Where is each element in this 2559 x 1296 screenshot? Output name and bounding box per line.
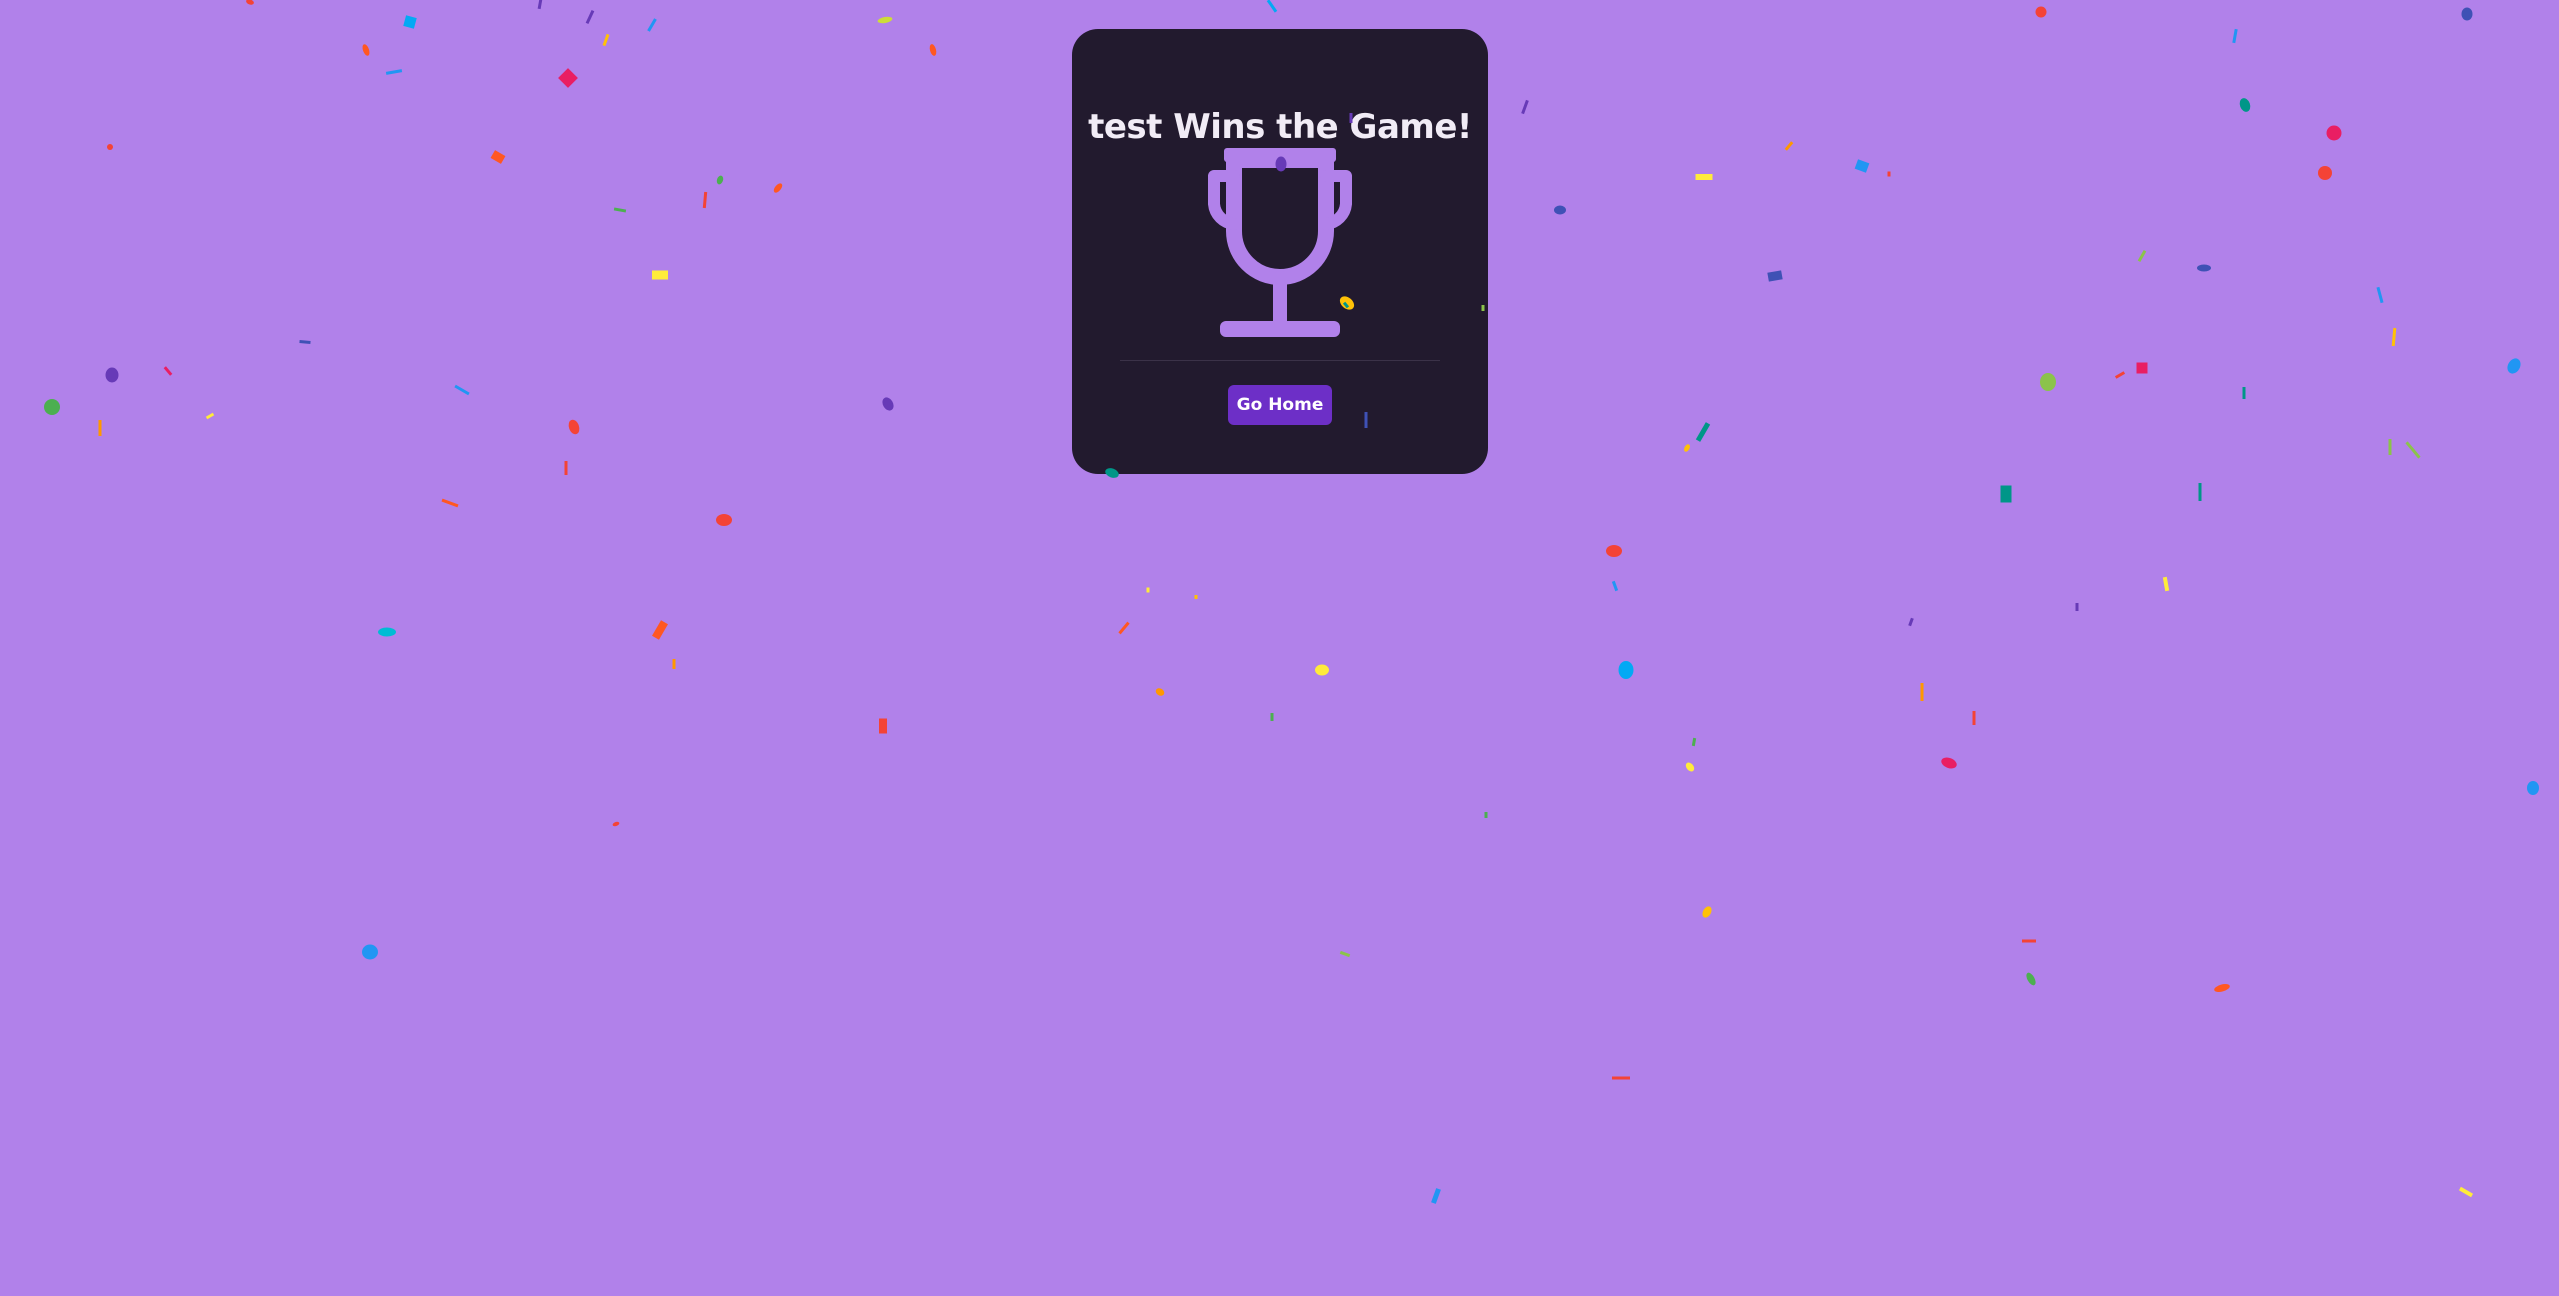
confetti-piece: [2405, 441, 2421, 459]
confetti-piece: [2162, 576, 2170, 592]
confetti-piece: [1618, 661, 1634, 679]
confetti-piece: [613, 207, 627, 213]
confetti-piece: [2114, 371, 2126, 379]
confetti-piece: [1908, 617, 1914, 627]
confetti-piece: [403, 15, 417, 29]
confetti-piece: [107, 144, 113, 150]
confetti-piece: [2232, 28, 2238, 44]
confetti-piece: [568, 419, 580, 435]
confetti-piece: [1854, 159, 1870, 173]
confetti-piece: [2461, 7, 2473, 21]
confetti-piece: [378, 627, 396, 637]
confetti-piece: [163, 366, 173, 376]
confetti-piece: [2022, 939, 2036, 943]
confetti-piece: [1695, 174, 1713, 180]
confetti-piece: [1691, 737, 1697, 747]
confetti-piece: [2527, 781, 2539, 795]
confetti-piece: [2391, 327, 2397, 347]
winner-card: test Wins the Game! Go Home: [1072, 29, 1488, 474]
confetti-piece: [1266, 0, 1278, 13]
confetti-piece: [246, 0, 254, 5]
confetti-piece: [1685, 762, 1695, 772]
confetti-piece: [1270, 713, 1274, 721]
confetti-piece: [98, 420, 102, 436]
confetti-piece: [585, 10, 595, 24]
confetti-piece: [882, 397, 894, 411]
confetti-piece: [490, 150, 506, 164]
confetti-piece: [537, 0, 543, 10]
confetti-piece: [2326, 125, 2342, 141]
confetti-piece: [2136, 362, 2148, 374]
confetti-piece: [1606, 545, 1622, 557]
confetti-piece: [2137, 250, 2147, 262]
confetti-piece: [299, 340, 311, 344]
confetti-piece: [716, 175, 724, 185]
confetti-piece: [1767, 270, 1783, 282]
confetti-piece: [1484, 812, 1488, 818]
confetti-piece: [1155, 688, 1165, 696]
confetti-piece: [647, 18, 657, 32]
confetti-piece: [1941, 757, 1957, 769]
confetti-piece: [1339, 950, 1351, 958]
confetti-piece: [2376, 286, 2384, 304]
confetti-piece: [1315, 664, 1329, 676]
confetti-piece: [1784, 141, 1794, 151]
confetti-piece: [602, 33, 610, 47]
confetti-piece: [702, 191, 708, 209]
confetti-piece: [2318, 166, 2332, 180]
confetti-piece: [558, 68, 578, 88]
confetti-piece: [1521, 99, 1529, 115]
confetti-piece: [2040, 373, 2056, 391]
divider: [1120, 360, 1440, 361]
confetti-piece: [1702, 906, 1712, 918]
confetti-piece: [1611, 580, 1619, 592]
confetti-piece: [1972, 711, 1976, 725]
confetti-piece: [454, 384, 470, 396]
confetti-piece: [2035, 6, 2047, 18]
confetti-piece: [2242, 387, 2246, 399]
confetti-piece: [1146, 587, 1150, 593]
confetti-piece: [716, 514, 732, 526]
confetti-piece: [1554, 205, 1566, 215]
confetti-piece: [2197, 264, 2211, 272]
confetti-piece: [2239, 98, 2251, 112]
confetti-piece: [612, 821, 620, 827]
confetti-piece: [672, 659, 676, 669]
confetti-piece: [2075, 603, 2079, 611]
confetti-piece: [652, 620, 668, 640]
confetti-piece: [385, 69, 403, 75]
confetti-piece: [2388, 439, 2392, 455]
confetti-piece: [2507, 358, 2521, 374]
trophy-icon: [1208, 148, 1352, 337]
confetti-piece: [1431, 1188, 1441, 1204]
confetti-piece: [879, 718, 887, 734]
confetti-piece: [105, 367, 119, 383]
confetti-piece: [2458, 1186, 2474, 1198]
confetti-piece: [652, 270, 668, 280]
confetti-piece: [44, 399, 60, 415]
confetti-piece: [205, 412, 215, 420]
confetti-piece: [362, 944, 378, 960]
confetti-piece: [1118, 621, 1130, 635]
confetti-piece: [564, 461, 568, 475]
confetti-piece: [2198, 483, 2202, 501]
confetti-piece: [441, 498, 459, 508]
page-background: test Wins the Game! Go Home: [0, 0, 2559, 1296]
confetti-piece: [2026, 972, 2036, 986]
go-home-button[interactable]: Go Home: [1228, 385, 1332, 425]
confetti-piece: [1612, 1076, 1630, 1080]
confetti-piece: [2214, 984, 2230, 992]
confetti-piece: [1684, 444, 1690, 452]
confetti-piece: [773, 183, 783, 193]
confetti-piece: [877, 16, 893, 24]
confetti-piece: [1194, 595, 1198, 599]
confetti-piece: [1695, 422, 1711, 442]
confetti-piece: [1920, 683, 1924, 701]
confetti-piece: [362, 44, 370, 56]
confetti-piece: [1887, 171, 1891, 177]
confetti-piece: [929, 44, 937, 56]
confetti-piece: [2000, 485, 2012, 503]
